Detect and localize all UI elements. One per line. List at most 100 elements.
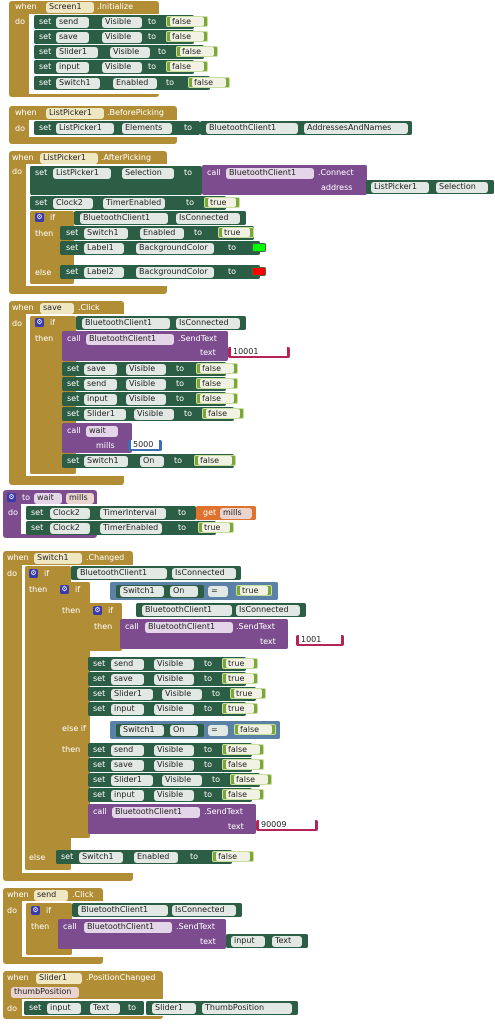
true-value[interactable]: true	[222, 703, 258, 714]
mills-dropdown[interactable]: mills	[220, 508, 252, 519]
slider1-dropdown[interactable]: Slider1	[111, 689, 153, 700]
save-dropdown[interactable]: save	[56, 32, 89, 43]
listpicker1-dropdown[interactable]: ListPicker1	[56, 123, 114, 134]
backgroundcolor-dropdown[interactable]: BackgroundColor	[136, 267, 214, 278]
bluetoothclient1-dropdown[interactable]: BluetoothClient1	[78, 905, 168, 916]
bluetoothclient1-dropdown[interactable]: BluetoothClient1	[86, 334, 174, 345]
equals-operator-dropdown[interactable]: =	[208, 586, 228, 597]
slider1-dropdown[interactable]: Slider1	[111, 775, 153, 786]
slider1-dropdown[interactable]: Slider1	[152, 1003, 196, 1014]
true-value[interactable]: true	[222, 673, 258, 684]
visible-dropdown[interactable]: Visible	[102, 32, 142, 43]
on-dropdown[interactable]: On	[170, 586, 198, 597]
switch1-dropdown[interactable]: Switch1	[34, 553, 82, 564]
visible-dropdown[interactable]: Visible	[102, 62, 142, 73]
switch1-dropdown[interactable]: Switch1	[120, 725, 164, 736]
switch1-dropdown[interactable]: Switch1	[120, 586, 164, 597]
listpicker1-dropdown[interactable]: ListPicker1	[46, 108, 104, 119]
enabled-dropdown[interactable]: Enabled	[140, 228, 184, 239]
text-10001[interactable]: 10001	[228, 347, 290, 358]
clock2-dropdown[interactable]: Clock2	[50, 523, 90, 534]
send-dropdown[interactable]: send	[111, 745, 144, 756]
false-value[interactable]: false	[196, 363, 238, 374]
set-input-text[interactable]	[24, 1001, 144, 1015]
isconnected-dropdown[interactable]: IsConnected	[236, 605, 300, 616]
bluetoothclient1-dropdown[interactable]: BluetoothClient1	[112, 807, 200, 818]
visible-dropdown[interactable]: Visible	[126, 379, 166, 390]
enabled-dropdown[interactable]: Enabled	[113, 78, 157, 89]
mutator-gear-icon[interactable]: ⚙	[60, 585, 69, 594]
listpicker1-dropdown[interactable]: ListPicker1	[371, 182, 429, 193]
wait-name-field[interactable]: wait	[34, 493, 62, 504]
visible-dropdown[interactable]: Visible	[154, 760, 194, 771]
visible-dropdown[interactable]: Visible	[154, 745, 194, 756]
visible-dropdown[interactable]: Visible	[110, 47, 150, 58]
false-value[interactable]: false	[202, 408, 244, 419]
false-value[interactable]: false	[194, 455, 236, 466]
false-value[interactable]: false	[230, 774, 272, 785]
send-dropdown[interactable]: send	[111, 659, 144, 670]
true-value[interactable]: true	[236, 585, 272, 596]
mills-parameter[interactable]: mills	[66, 493, 94, 504]
input-dropdown[interactable]: input	[111, 790, 144, 801]
false-value[interactable]: false	[166, 61, 208, 72]
input-dropdown[interactable]: input	[56, 62, 89, 73]
false-value[interactable]: false	[212, 851, 254, 862]
text-90009[interactable]: 90009	[256, 820, 318, 831]
bluetoothclient1-dropdown[interactable]: BluetoothClient1	[82, 318, 170, 329]
slider1-dropdown[interactable]: Slider1	[56, 47, 98, 58]
clock2-dropdown[interactable]: Clock2	[53, 198, 93, 209]
false-value[interactable]: false	[222, 744, 264, 755]
true-value[interactable]: true	[198, 522, 234, 533]
isconnected-dropdown[interactable]: IsConnected	[176, 318, 240, 329]
clock2-dropdown[interactable]: Clock2	[50, 508, 90, 519]
label2-dropdown[interactable]: Label2	[84, 267, 124, 278]
send-dropdown[interactable]: send	[84, 379, 117, 390]
visible-dropdown[interactable]: Visible	[126, 394, 166, 405]
switch1-dropdown[interactable]: Switch1	[84, 228, 128, 239]
false-value[interactable]: false	[166, 31, 208, 42]
send-dropdown[interactable]: send	[34, 890, 68, 901]
slider1-dropdown[interactable]: Slider1	[36, 973, 82, 984]
text-1001[interactable]: 1001	[296, 635, 344, 646]
false-value[interactable]: false	[188, 77, 230, 88]
save-dropdown[interactable]: save	[84, 364, 117, 375]
input-dropdown[interactable]: input	[47, 1003, 81, 1014]
true-value[interactable]: true	[218, 227, 254, 238]
true-value[interactable]: true	[204, 197, 240, 208]
text-dropdown[interactable]: Text	[90, 1003, 120, 1014]
on-dropdown[interactable]: On	[170, 725, 198, 736]
false-value[interactable]: false	[196, 393, 238, 404]
visible-dropdown[interactable]: Visible	[154, 790, 194, 801]
visible-dropdown[interactable]: Visible	[154, 659, 194, 670]
switch1-dropdown[interactable]: Switch1	[56, 78, 100, 89]
false-value[interactable]: false	[196, 378, 238, 389]
timerenabled-dropdown[interactable]: TimerEnabled	[100, 523, 162, 534]
number-5000[interactable]: 5000	[128, 440, 162, 451]
slider1-dropdown[interactable]: Slider1	[84, 409, 126, 420]
isconnected-dropdown[interactable]: IsConnected	[176, 213, 240, 224]
isconnected-dropdown[interactable]: IsConnected	[172, 905, 236, 916]
bluetoothclient1-dropdown[interactable]: BluetoothClient1	[77, 568, 167, 579]
selection-dropdown[interactable]: Selection	[122, 168, 174, 179]
switch1-dropdown[interactable]: Switch1	[84, 456, 128, 467]
save-dropdown[interactable]: save	[111, 760, 144, 771]
false-value[interactable]: false	[176, 46, 218, 57]
mutator-gear-icon[interactable]: ⚙	[35, 213, 44, 222]
bluetoothclient1-dropdown[interactable]: BluetoothClient1	[145, 622, 233, 633]
bluetoothclient1-dropdown[interactable]: BluetoothClient1	[226, 168, 314, 179]
input-dropdown[interactable]: input	[111, 704, 144, 715]
mutator-gear-icon[interactable]: ⚙	[31, 906, 40, 915]
false-value[interactable]: false	[222, 759, 264, 770]
false-value[interactable]: false	[222, 789, 264, 800]
mutator-gear-icon[interactable]: ⚙	[29, 569, 38, 578]
listpicker1-dropdown[interactable]: ListPicker1	[53, 168, 111, 179]
thumbposition-dropdown[interactable]: ThumbPosition	[202, 1003, 292, 1014]
input-dropdown[interactable]: input	[84, 394, 117, 405]
screen1-dropdown[interactable]: Screen1	[46, 2, 94, 13]
backgroundcolor-dropdown[interactable]: BackgroundColor	[136, 243, 214, 254]
mutator-gear-icon[interactable]: ⚙	[93, 606, 102, 615]
label1-dropdown[interactable]: Label1	[84, 243, 124, 254]
selection-dropdown[interactable]: Selection	[436, 182, 488, 193]
visible-dropdown[interactable]: Visible	[162, 689, 202, 700]
